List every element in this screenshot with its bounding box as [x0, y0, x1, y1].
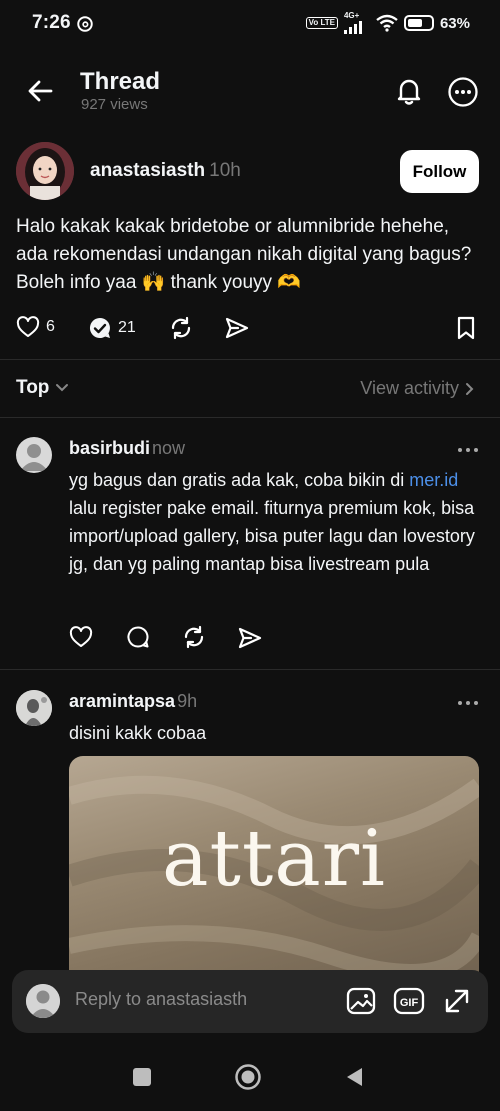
view-activity-link[interactable]: View activity	[360, 378, 474, 399]
comment-text-part: yg bagus dan gratis ada kak, coba bikin …	[69, 470, 410, 490]
threads-app-icon	[76, 15, 94, 33]
like-count: 6	[46, 318, 55, 335]
network-type: 4G+	[343, 11, 360, 20]
post-text: Halo kakak kakak bridetobe or alumnibrid…	[16, 216, 472, 293]
battery-percent: 63%	[439, 14, 470, 32]
follow-button[interactable]: Follow	[400, 150, 479, 193]
sort-label: Top	[16, 377, 50, 398]
repost-icon[interactable]	[168, 315, 194, 341]
status-icons: Vo LTE 4G+ 63%	[305, 11, 470, 34]
comment-media-image[interactable]: attari	[69, 756, 479, 986]
reply-avatar	[26, 984, 60, 1018]
post-author[interactable]: anastasiasth 10h	[90, 160, 241, 182]
wifi-icon	[376, 14, 398, 32]
comment-reply-icon[interactable]	[126, 625, 150, 649]
comment-author-name[interactable]: basirbudi	[69, 438, 150, 458]
comment-share-icon[interactable]	[237, 626, 263, 650]
chevron-right-icon	[466, 382, 474, 395]
comment-text: yg bagus dan gratis ada kak, coba bikin …	[69, 466, 479, 578]
battery-icon	[403, 15, 434, 31]
svg-text:GIF: GIF	[400, 997, 419, 1009]
comment-more-icon[interactable]	[457, 447, 479, 453]
media-logo-text: attari	[162, 814, 386, 904]
back-arrow-icon[interactable]	[26, 76, 56, 106]
post-time: 10h	[209, 160, 241, 181]
comment-text: disini kakk cobaa	[69, 723, 207, 743]
comment-avatar[interactable]	[16, 690, 52, 726]
expand-icon[interactable]	[441, 985, 473, 1017]
comment-author[interactable]: basirbudi now	[69, 438, 185, 459]
sort-dropdown[interactable]: Top	[16, 377, 69, 399]
divider	[0, 359, 500, 360]
volte-icon: Vo LTE	[305, 17, 338, 29]
home-nav-button[interactable]	[234, 1063, 262, 1091]
recents-nav-button[interactable]	[133, 1068, 151, 1086]
comment-text-part: lalu register pake email. fiturnya premi…	[69, 498, 475, 574]
comment-repost-icon[interactable]	[181, 624, 207, 650]
author-avatar[interactable]	[16, 142, 74, 200]
view-count: 927 views	[81, 96, 148, 113]
bookmark-icon[interactable]	[456, 316, 476, 340]
comment-like-icon[interactable]	[69, 626, 93, 648]
divider	[0, 669, 500, 670]
comment-avatar[interactable]	[16, 437, 52, 473]
like-button[interactable]: 6	[16, 316, 55, 338]
gif-icon[interactable]: GIF	[393, 985, 425, 1017]
replies-button[interactable]: 21	[88, 316, 136, 340]
bell-icon[interactable]	[394, 76, 424, 106]
reply-checked-icon	[89, 317, 110, 338]
comment-time: 9h	[177, 691, 198, 711]
divider	[0, 417, 500, 418]
reply-input[interactable]: Reply to anastasiasth	[75, 989, 247, 1010]
comment-link[interactable]: mer.id	[409, 470, 458, 490]
comment-author-name[interactable]: aramintapsa	[69, 691, 175, 711]
post-author-name[interactable]: anastasiasth	[90, 160, 205, 181]
comment-author[interactable]: aramintapsa 9h	[69, 691, 197, 712]
comment-more-icon[interactable]	[457, 700, 479, 706]
page-title: Thread	[80, 68, 161, 95]
signal-icon: 4G+	[343, 11, 370, 34]
back-nav-button[interactable]	[344, 1066, 364, 1088]
view-activity-label: View activity	[360, 378, 459, 398]
more-options-icon[interactable]	[447, 76, 479, 108]
comment-time: now	[152, 438, 186, 458]
heart-icon	[16, 316, 40, 337]
chevron-down-icon	[56, 384, 69, 392]
status-time: 7:26	[32, 12, 71, 33]
reply-count: 21	[118, 319, 136, 336]
share-icon[interactable]	[224, 316, 250, 340]
image-icon[interactable]	[345, 985, 377, 1017]
